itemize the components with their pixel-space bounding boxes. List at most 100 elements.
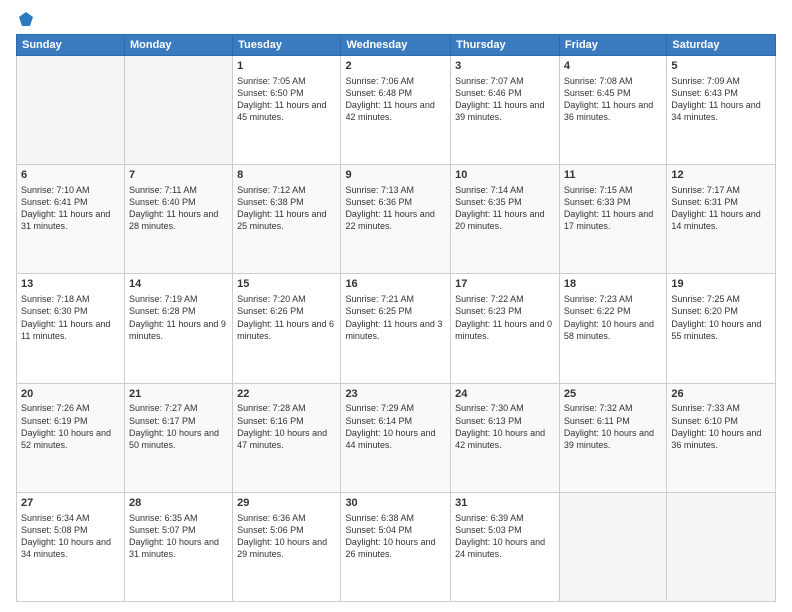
day-number: 6 (21, 168, 120, 183)
day-info: Sunrise: 7:29 AMSunset: 6:14 PMDaylight:… (345, 403, 435, 449)
day-number: 4 (564, 59, 662, 74)
calendar-cell: 24Sunrise: 7:30 AMSunset: 6:13 PMDayligh… (451, 383, 560, 492)
day-info: Sunrise: 7:09 AMSunset: 6:43 PMDaylight:… (671, 76, 760, 122)
day-number: 25 (564, 387, 662, 402)
calendar-table: SundayMondayTuesdayWednesdayThursdayFrid… (16, 34, 776, 602)
day-info: Sunrise: 7:21 AMSunset: 6:25 PMDaylight:… (345, 294, 442, 340)
day-info: Sunrise: 7:27 AMSunset: 6:17 PMDaylight:… (129, 403, 219, 449)
day-number: 16 (345, 277, 446, 292)
calendar-cell (17, 56, 125, 165)
day-info: Sunrise: 7:14 AMSunset: 6:35 PMDaylight:… (455, 185, 544, 231)
day-number: 19 (671, 277, 771, 292)
day-number: 15 (237, 277, 336, 292)
day-info: Sunrise: 6:38 AMSunset: 5:04 PMDaylight:… (345, 513, 435, 559)
day-number: 17 (455, 277, 555, 292)
day-info: Sunrise: 7:06 AMSunset: 6:48 PMDaylight:… (345, 76, 434, 122)
day-number: 23 (345, 387, 446, 402)
day-number: 28 (129, 496, 228, 511)
calendar-cell: 15 Sunrise: 7:20 AMSunset: 6:26 PMDayligh… (233, 274, 341, 383)
logo (16, 10, 35, 28)
calendar-cell: 12 Sunrise: 7:17 AMSunset: 6:31 PMDayligh… (667, 165, 776, 274)
day-info: Sunrise: 7:32 AMSunset: 6:11 PMDaylight:… (564, 403, 654, 449)
calendar-cell (667, 492, 776, 601)
calendar-cell: 30 Sunrise: 6:38 AMSunset: 5:04 PMDayligh… (341, 492, 451, 601)
calendar-week-row: 13Sunrise: 7:18 AMSunset: 6:30 PMDayligh… (17, 274, 776, 383)
calendar-cell: 23Sunrise: 7:29 AMSunset: 6:14 PMDayligh… (341, 383, 451, 492)
day-info: Sunrise: 7:28 AMSunset: 6:16 PMDaylight:… (237, 403, 327, 449)
calendar-cell: 21Sunrise: 7:27 AMSunset: 6:17 PMDayligh… (124, 383, 232, 492)
calendar-cell: 3 Sunrise: 7:07 AMSunset: 6:46 PMDaylight… (451, 56, 560, 165)
calendar-cell: 20Sunrise: 7:26 AMSunset: 6:19 PMDayligh… (17, 383, 125, 492)
calendar-header-wednesday: Wednesday (341, 35, 451, 56)
day-info: Sunrise: 7:13 AMSunset: 6:36 PMDaylight:… (345, 185, 434, 231)
day-info: Sunrise: 7:05 AMSunset: 6:50 PMDaylight:… (237, 76, 326, 122)
day-info: Sunrise: 7:15 AMSunset: 6:33 PMDaylight:… (564, 185, 653, 231)
header (16, 10, 776, 28)
calendar-cell: 9 Sunrise: 7:13 AMSunset: 6:36 PMDaylight… (341, 165, 451, 274)
calendar-cell: 27 Sunrise: 6:34 AMSunset: 5:08 PMDayligh… (17, 492, 125, 601)
calendar-header-sunday: Sunday (17, 35, 125, 56)
calendar-cell: 5 Sunrise: 7:09 AMSunset: 6:43 PMDaylight… (667, 56, 776, 165)
day-number: 3 (455, 59, 555, 74)
calendar-cell (559, 492, 666, 601)
page: SundayMondayTuesdayWednesdayThursdayFrid… (0, 0, 792, 612)
day-info: Sunrise: 7:20 AMSunset: 6:26 PMDaylight:… (237, 294, 334, 340)
calendar-cell: 2 Sunrise: 7:06 AMSunset: 6:48 PMDaylight… (341, 56, 451, 165)
calendar-cell: 28Sunrise: 6:35 AMSunset: 5:07 PMDayligh… (124, 492, 232, 601)
calendar-header-friday: Friday (559, 35, 666, 56)
day-number: 21 (129, 387, 228, 402)
calendar-cell: 10 Sunrise: 7:14 AMSunset: 6:35 PMDayligh… (451, 165, 560, 274)
calendar-cell: 6 Sunrise: 7:10 AMSunset: 6:41 PMDaylight… (17, 165, 125, 274)
day-number: 7 (129, 168, 228, 183)
calendar-cell: 26Sunrise: 7:33 AMSunset: 6:10 PMDayligh… (667, 383, 776, 492)
day-info: Sunrise: 6:34 AMSunset: 5:08 PMDaylight:… (21, 513, 111, 559)
day-info: Sunrise: 6:36 AMSunset: 5:06 PMDaylight:… (237, 513, 327, 559)
day-info: Sunrise: 7:30 AMSunset: 6:13 PMDaylight:… (455, 403, 545, 449)
day-number: 9 (345, 168, 446, 183)
day-info: Sunrise: 7:23 AMSunset: 6:22 PMDaylight:… (564, 294, 654, 340)
calendar-cell: 18 Sunrise: 7:23 AMSunset: 6:22 PMDayligh… (559, 274, 666, 383)
calendar-header-monday: Monday (124, 35, 232, 56)
day-info: Sunrise: 7:07 AMSunset: 6:46 PMDaylight:… (455, 76, 544, 122)
day-number: 11 (564, 168, 662, 183)
calendar-cell: 29 Sunrise: 6:36 AMSunset: 5:06 PMDayligh… (233, 492, 341, 601)
day-number: 27 (21, 496, 120, 511)
day-number: 24 (455, 387, 555, 402)
calendar-cell: 4Sunrise: 7:08 AMSunset: 6:45 PMDaylight… (559, 56, 666, 165)
calendar-cell: 7 Sunrise: 7:11 AMSunset: 6:40 PMDaylight… (124, 165, 232, 274)
day-number: 18 (564, 277, 662, 292)
day-number: 12 (671, 168, 771, 183)
day-number: 5 (671, 59, 771, 74)
day-number: 1 (237, 59, 336, 74)
day-info: Sunrise: 7:17 AMSunset: 6:31 PMDaylight:… (671, 185, 760, 231)
calendar-cell: 19Sunrise: 7:25 AMSunset: 6:20 PMDayligh… (667, 274, 776, 383)
day-number: 30 (345, 496, 446, 511)
calendar-week-row: 6 Sunrise: 7:10 AMSunset: 6:41 PMDaylight… (17, 165, 776, 274)
day-info: Sunrise: 7:10 AMSunset: 6:41 PMDaylight:… (21, 185, 110, 231)
day-info: Sunrise: 7:11 AMSunset: 6:40 PMDaylight:… (129, 185, 218, 231)
calendar-cell: 8Sunrise: 7:12 AMSunset: 6:38 PMDaylight… (233, 165, 341, 274)
day-number: 26 (671, 387, 771, 402)
calendar-cell: 1 Sunrise: 7:05 AMSunset: 6:50 PMDaylight… (233, 56, 341, 165)
day-number: 10 (455, 168, 555, 183)
day-info: Sunrise: 7:33 AMSunset: 6:10 PMDaylight:… (671, 403, 761, 449)
calendar-header-row: SundayMondayTuesdayWednesdayThursdayFrid… (17, 35, 776, 56)
calendar-week-row: 1 Sunrise: 7:05 AMSunset: 6:50 PMDaylight… (17, 56, 776, 165)
day-number: 22 (237, 387, 336, 402)
calendar-cell: 11 Sunrise: 7:15 AMSunset: 6:33 PMDayligh… (559, 165, 666, 274)
day-info: Sunrise: 7:18 AMSunset: 6:30 PMDaylight:… (21, 294, 110, 340)
day-number: 2 (345, 59, 446, 74)
day-info: Sunrise: 7:12 AMSunset: 6:38 PMDaylight:… (237, 185, 326, 231)
day-info: Sunrise: 7:19 AMSunset: 6:28 PMDaylight:… (129, 294, 226, 340)
calendar-cell: 22Sunrise: 7:28 AMSunset: 6:16 PMDayligh… (233, 383, 341, 492)
calendar-cell: 13Sunrise: 7:18 AMSunset: 6:30 PMDayligh… (17, 274, 125, 383)
calendar-cell: 14Sunrise: 7:19 AMSunset: 6:28 PMDayligh… (124, 274, 232, 383)
day-number: 20 (21, 387, 120, 402)
day-info: Sunrise: 6:39 AMSunset: 5:03 PMDaylight:… (455, 513, 545, 559)
calendar-cell (124, 56, 232, 165)
day-info: Sunrise: 7:26 AMSunset: 6:19 PMDaylight:… (21, 403, 111, 449)
calendar-cell: 17 Sunrise: 7:22 AMSunset: 6:23 PMDayligh… (451, 274, 560, 383)
day-number: 29 (237, 496, 336, 511)
day-info: Sunrise: 7:22 AMSunset: 6:23 PMDaylight:… (455, 294, 552, 340)
calendar-cell: 31Sunrise: 6:39 AMSunset: 5:03 PMDayligh… (451, 492, 560, 601)
